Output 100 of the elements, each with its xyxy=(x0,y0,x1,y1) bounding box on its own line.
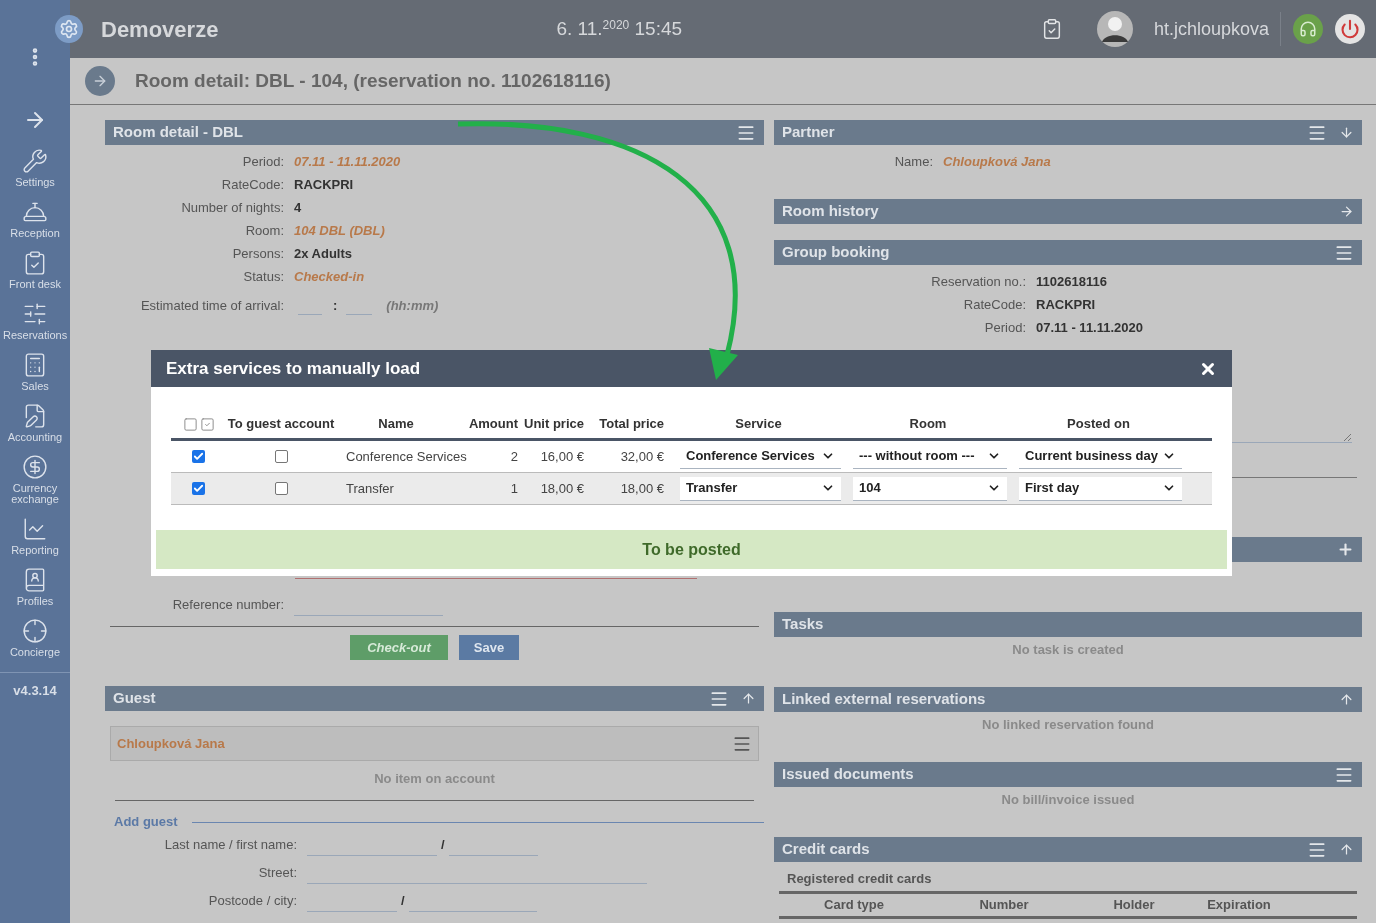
guest-name: Chloupková Jana xyxy=(117,734,225,753)
field-value: 07.11 - 11.11.2020 xyxy=(1036,318,1143,337)
select-all-icon[interactable] xyxy=(199,416,215,432)
table-cell-text: Conference Services xyxy=(346,447,467,466)
support-icon[interactable] xyxy=(1293,14,1323,44)
checkbox[interactable] xyxy=(192,482,205,495)
field-label: Last name / first name: xyxy=(163,836,297,855)
column-header: Unit price xyxy=(524,415,584,434)
page-title: Room detail: DBL - 104, (reservation no. 1102618116) xyxy=(135,68,611,93)
select-field[interactable]: First day xyxy=(1019,476,1182,501)
back-icon[interactable] xyxy=(85,66,115,96)
checkbox[interactable] xyxy=(274,482,288,495)
field-label: Reference number: xyxy=(171,596,284,615)
field-value: 1102618116 xyxy=(1036,272,1107,291)
add-icon[interactable] xyxy=(1337,541,1354,558)
checkout-button[interactable]: Check-out xyxy=(350,635,448,660)
arrow-down-icon[interactable] xyxy=(1339,125,1354,140)
power-icon[interactable] xyxy=(1335,14,1365,44)
sidebar-item[interactable]: Sales xyxy=(0,352,70,392)
panel-title: Room detail - DBL xyxy=(113,122,243,143)
sidebar-item-icon xyxy=(22,148,48,174)
section-title: Registered credit cards xyxy=(787,870,932,889)
post-button[interactable]: To be posted xyxy=(156,530,1227,569)
field-label: Period: xyxy=(241,152,284,171)
table-cell-text: 16,00 € xyxy=(540,447,584,466)
sidebar-item[interactable]: Front desk xyxy=(0,250,70,290)
field-label: Room: xyxy=(244,221,284,240)
user-avatar[interactable] xyxy=(1096,11,1133,47)
select-none-icon[interactable] xyxy=(182,416,198,432)
column-header: Name xyxy=(378,415,414,434)
table-row[interactable]: Transfer 1 18,00 € 18,00 € Transfer 104 First day xyxy=(171,473,1212,505)
section-title: Add guest xyxy=(114,813,178,832)
column-header: To guest account xyxy=(227,415,335,434)
sidebar-item-icon xyxy=(22,301,48,327)
field-label: Estimated time of arrival: xyxy=(139,297,284,316)
field-label: Street: xyxy=(257,864,297,883)
panel-title: Guest xyxy=(113,688,156,709)
sidebar-item[interactable]: Settings xyxy=(0,148,70,188)
field-label: Persons: xyxy=(231,244,284,263)
column-header: Posted on xyxy=(1067,415,1130,434)
sidebar-item[interactable]: Accounting xyxy=(0,403,70,443)
table-cell-text: Transfer xyxy=(346,479,394,498)
settings-icon[interactable] xyxy=(55,15,83,43)
panel-title: Credit cards xyxy=(782,839,870,860)
field-value: 104 DBL (DBL) xyxy=(294,221,385,240)
field-separator: / xyxy=(441,836,445,855)
table-cell-text: 18,00 € xyxy=(540,479,584,498)
column-header: Amount xyxy=(468,415,518,434)
select-field[interactable]: 104 xyxy=(853,476,1007,501)
sidebar-item[interactable]: Profiles xyxy=(0,567,70,607)
empty-message: No item on account xyxy=(374,770,495,789)
panel-title: Linked external reservations xyxy=(782,689,986,710)
sidebar-item[interactable]: Concierge xyxy=(0,618,70,658)
field-value: 2x Adults xyxy=(294,244,353,263)
checkbox[interactable] xyxy=(274,450,288,463)
table-cell-text: 1 xyxy=(510,479,518,498)
checkbox[interactable] xyxy=(192,450,205,463)
field-value: RACKPRI xyxy=(294,175,354,194)
field-label: Name: xyxy=(893,152,933,171)
column-header: Holder xyxy=(1112,896,1156,915)
sidebar-item[interactable]: Currency exchange xyxy=(0,454,70,505)
sidebar-item[interactable]: Reporting xyxy=(0,516,70,556)
field-value: Checked-in xyxy=(294,267,365,286)
column-header: Service xyxy=(735,415,782,434)
user-name[interactable]: ht.jchloupkova xyxy=(1153,15,1269,43)
guest-card[interactable]: Chloupková Jana xyxy=(110,726,759,761)
panel-title: Room history xyxy=(782,201,879,222)
column-header: Expiration xyxy=(1206,896,1272,915)
field-label: Status: xyxy=(242,267,284,286)
field-separator: / xyxy=(401,892,405,911)
empty-message: No bill/invoice issued xyxy=(1001,791,1135,810)
field-label: Period: xyxy=(983,318,1026,337)
save-button[interactable]: Save xyxy=(459,635,519,660)
field-label: Number of nights: xyxy=(180,198,284,217)
table-cell-text: 2 xyxy=(510,447,518,466)
field-value: 07.11 - 11.11.2020 xyxy=(294,152,401,171)
table-cell-text: 18,00 € xyxy=(620,479,664,498)
panel-title: Group booking xyxy=(782,242,890,263)
column-header: Number xyxy=(978,896,1030,915)
sidebar-item-icon xyxy=(22,516,48,542)
sidebar-item[interactable]: Reservations xyxy=(0,301,70,341)
field-label: RateCode: xyxy=(962,295,1026,314)
sidebar-item[interactable]: Reception xyxy=(0,199,70,239)
field-value: 4 xyxy=(294,198,302,217)
select-field[interactable]: Transfer xyxy=(680,476,841,501)
arrow-right-icon[interactable] xyxy=(1339,204,1354,219)
sidebar-item-icon xyxy=(22,454,48,480)
resize-handle-icon[interactable] xyxy=(1342,432,1352,442)
panel-title: Partner xyxy=(782,122,835,143)
dialog-title: Extra services to manually load xyxy=(166,357,421,380)
time-hint: (hh:mm) xyxy=(386,297,439,316)
panel-title: Issued documents xyxy=(782,764,914,785)
table-cell-text: 32,00 € xyxy=(620,447,664,466)
field-label: Postcode / city: xyxy=(207,892,297,911)
column-header: Room xyxy=(909,415,947,434)
sidebar-item-icon xyxy=(22,618,48,644)
field-label: RateCode: xyxy=(220,175,284,194)
empty-message: No task is created xyxy=(1012,641,1124,660)
date-time: 6. 11.$^{2020}$ 15:45 xyxy=(556,16,683,41)
time-separator: : xyxy=(333,297,338,316)
